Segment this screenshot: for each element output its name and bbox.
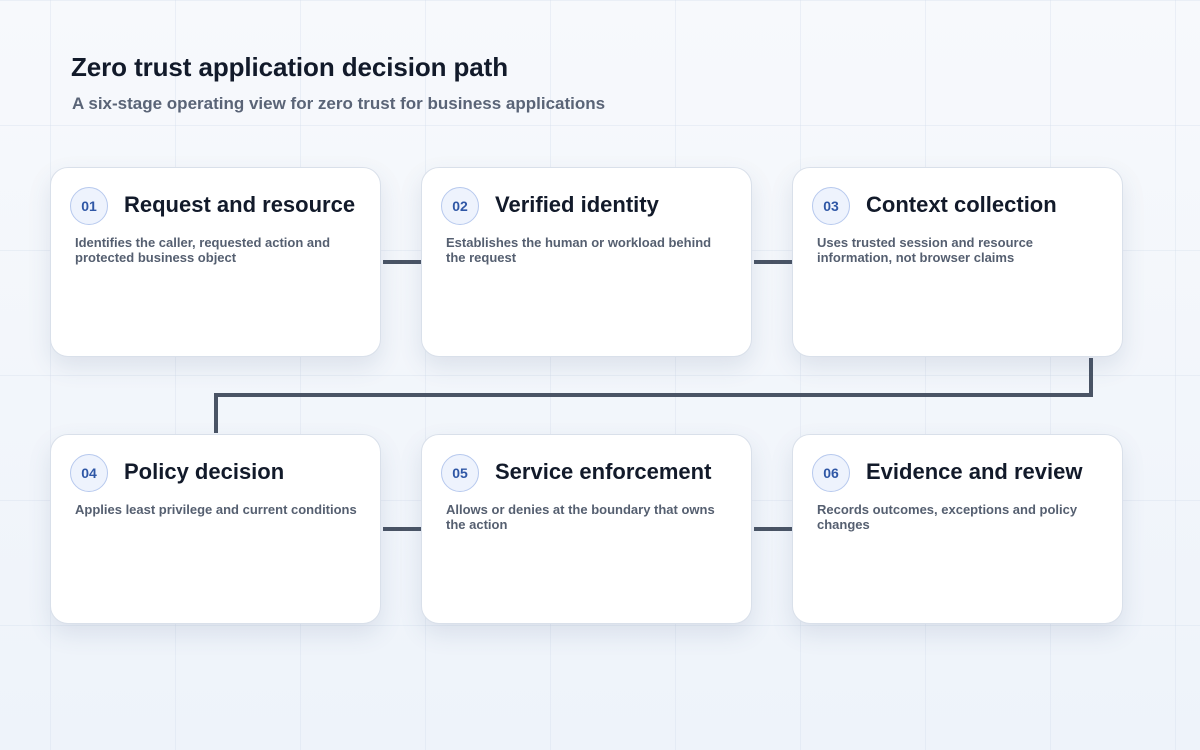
stage-title: Verified identity: [495, 192, 659, 217]
connector-03-04: [214, 358, 1093, 433]
stage-card-service-enforcement: 05 Service enforcement Allows or denies …: [421, 434, 752, 624]
stage-card-evidence-and-review: 06 Evidence and review Records outcomes,…: [792, 434, 1123, 624]
stage-title: Request and resource: [124, 192, 356, 217]
stage-title: Service enforcement: [495, 459, 712, 484]
stage-title: Evidence and review: [866, 459, 1083, 484]
stage-title: Context collection: [866, 192, 1057, 217]
stage-number-badge: 01: [70, 187, 108, 225]
stage-number-badge: 02: [441, 187, 479, 225]
stage-card-verified-identity: 02 Verified identity Establishes the hum…: [421, 167, 752, 357]
stage-number-badge: 03: [812, 187, 850, 225]
stage-description: Uses trusted session and resource inform…: [817, 235, 1034, 265]
stage-number-badge: 05: [441, 454, 479, 492]
stage-description: Allows or denies at the boundary that ow…: [446, 502, 715, 532]
stage-card-context-collection: 03 Context collection Uses trusted sessi…: [792, 167, 1123, 357]
stage-description: Applies least privilege and current cond…: [75, 502, 357, 517]
stage-card-policy-decision: 04 Policy decision Applies least privile…: [50, 434, 381, 624]
stage-description: Records outcomes, exceptions and policy …: [817, 502, 1078, 532]
stage-description: Establishes the human or workload behind…: [446, 235, 712, 265]
stage-title: Policy decision: [124, 459, 285, 484]
stage-card-request-and-resource: 01 Request and resource Identifies the c…: [50, 167, 381, 357]
connector-lines: [214, 260, 1093, 531]
stage-description: Identifies the caller, requested action …: [75, 235, 331, 265]
stage-number-badge: 04: [70, 454, 108, 492]
stage-number-badge: 06: [812, 454, 850, 492]
